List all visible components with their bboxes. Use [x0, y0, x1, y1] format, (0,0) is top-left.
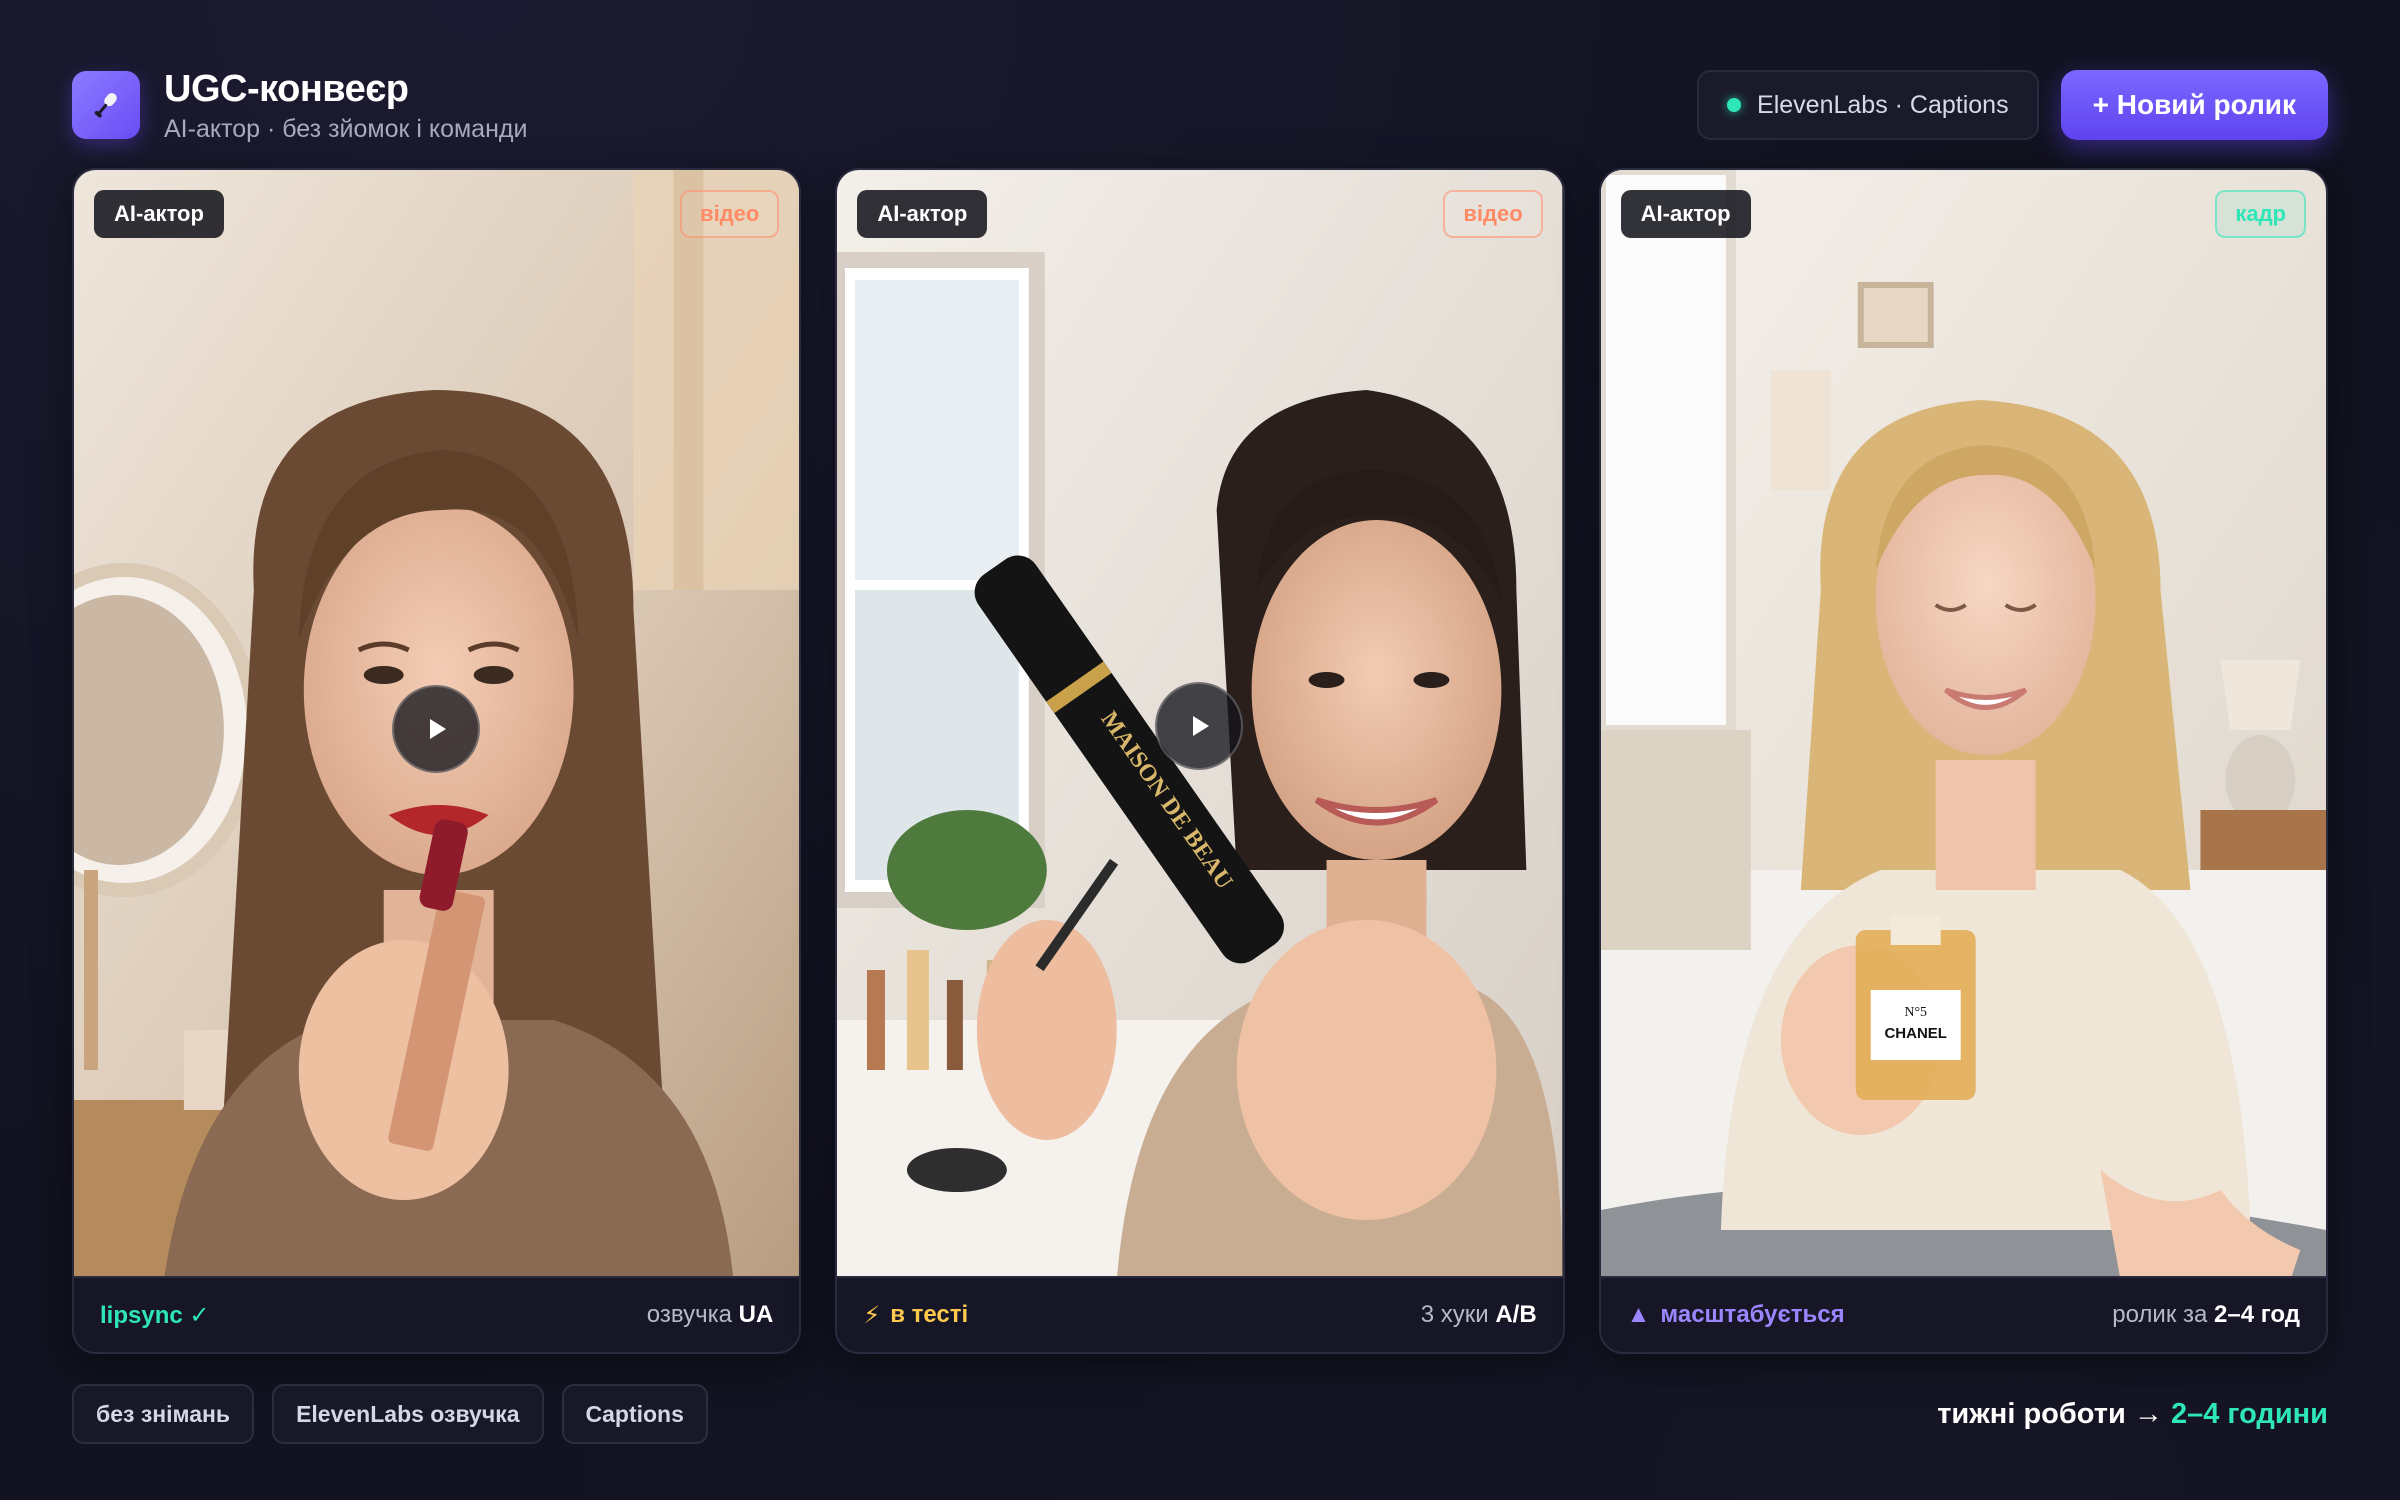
video-cards: AI-актор відео lipsync ✓ озвучка UA MAIS… — [72, 168, 2328, 1354]
scaling-status: ▲ масштабується — [1626, 1301, 1845, 1328]
microphone-icon — [72, 71, 140, 139]
media-type-badge: відео — [1443, 190, 1543, 238]
tag-no-filming[interactable]: без знімань — [72, 1384, 255, 1444]
tag-elevenlabs-voiceover[interactable]: ElevenLabs озвучка — [272, 1384, 544, 1444]
media-type-badge: кадр — [2215, 190, 2306, 238]
new-video-button[interactable]: + Новий ролик — [2060, 70, 2328, 140]
card-footer: ⚡ в тесті 3 хуки A/B — [837, 1276, 1563, 1352]
ab-test-status: ⚡ в тесті — [863, 1301, 969, 1329]
ai-actor-badge: AI-актор — [1620, 190, 1751, 238]
card-footer: lipsync ✓ озвучка UA — [74, 1276, 800, 1352]
lightning-icon: ⚡ — [863, 1301, 881, 1329]
integration-status-chip[interactable]: ElevenLabs · Captions — [1697, 70, 2039, 140]
status-dot-icon — [1727, 98, 1742, 112]
play-icon[interactable] — [1155, 682, 1244, 770]
image-thumbnail[interactable]: N°5 CHANEL — [1600, 170, 2326, 1280]
bottom-bar: без знімань ElevenLabs озвучка Captions … — [72, 1384, 2328, 1444]
card-footer: ▲ масштабується ролик за 2–4 год — [1600, 1276, 2326, 1352]
app-title: UGC-конвеєр — [164, 67, 409, 110]
tag-captions[interactable]: Captions — [561, 1384, 708, 1444]
voiceover-info: озвучка UA — [646, 1301, 774, 1328]
ai-actor-badge: AI-актор — [94, 190, 224, 238]
app-subtitle: AI-актор · без зйомок і команди — [164, 114, 528, 143]
hooks-info: 3 хуки A/B — [1420, 1301, 1537, 1328]
media-type-badge: відео — [680, 190, 780, 238]
ai-actor-badge: AI-актор — [857, 190, 988, 238]
header: UGC-конвеєр AI-актор · без зйомок і кома… — [72, 60, 2328, 150]
brand: UGC-конвеєр AI-актор · без зйомок і кома… — [72, 67, 527, 144]
svg-text:CHANEL: CHANEL — [1884, 1025, 1946, 1042]
production-time-info: ролик за 2–4 год — [2112, 1301, 2300, 1328]
video-card-perfume[interactable]: N°5 CHANEL AI-актор кадр ▲ масштабується… — [1598, 168, 2328, 1354]
video-card-lipstick[interactable]: AI-актор відео lipsync ✓ озвучка UA — [72, 168, 802, 1354]
lipsync-status: lipsync ✓ — [100, 1301, 210, 1329]
integration-status-label: ElevenLabs · Captions — [1757, 90, 2009, 119]
triangle-up-icon: ▲ — [1626, 1301, 1651, 1328]
video-card-mascara[interactable]: MAISON DE BEAU AI-актор відео ⚡ в тесті … — [835, 168, 1565, 1354]
tagline: тижні роботи → 2–4 години — [1937, 1397, 2328, 1430]
svg-text:N°5: N°5 — [1904, 1005, 1927, 1020]
play-icon[interactable] — [392, 685, 480, 773]
feature-tags: без знімань ElevenLabs озвучка Captions — [72, 1384, 708, 1444]
